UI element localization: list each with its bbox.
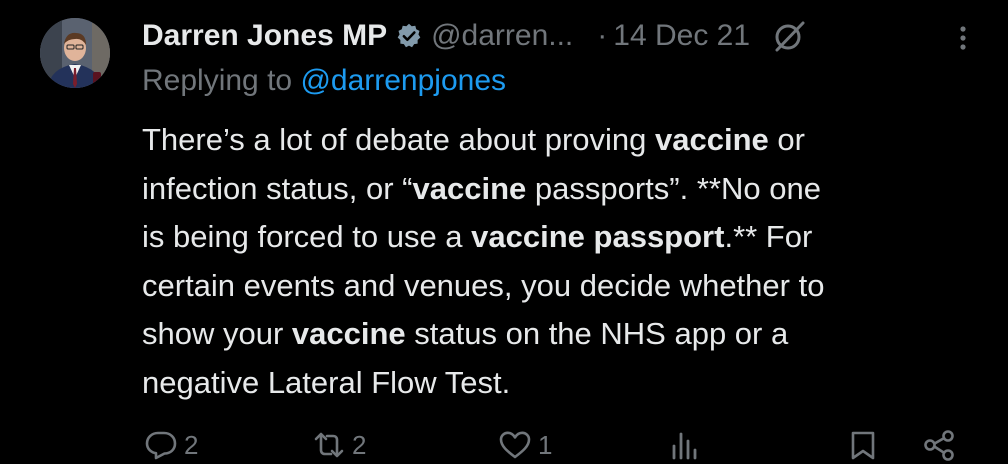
grok-icon[interactable] bbox=[772, 18, 808, 54]
retweet-icon bbox=[312, 428, 346, 462]
tweet-header: Darren Jones MP @darren... · 14 Dec 21 bbox=[142, 14, 808, 58]
share-icon bbox=[922, 428, 956, 462]
handle[interactable]: @darren... bbox=[431, 19, 573, 53]
text-segment: infection status, or “ bbox=[142, 170, 413, 206]
tweet-line: There’s a lot of debate about proving va… bbox=[142, 116, 982, 165]
text-segment: or bbox=[768, 122, 805, 157]
tweet[interactable]: Darren Jones MP @darren... · 14 Dec 21 R… bbox=[0, 0, 1008, 464]
text-segment: passports”. **No one bbox=[526, 170, 821, 206]
tweet-line: infection status, or “vaccine passports”… bbox=[142, 165, 982, 214]
tweet-text: There’s a lot of debate about proving va… bbox=[142, 116, 982, 407]
text-segment: certain events and venues, you decide wh… bbox=[142, 267, 825, 303]
avatar[interactable] bbox=[40, 18, 110, 88]
replying-mention[interactable]: @darrenpjones bbox=[300, 64, 506, 97]
retweet-count: 2 bbox=[352, 429, 367, 460]
views-button[interactable] bbox=[668, 428, 702, 462]
reply-icon bbox=[144, 428, 178, 462]
tweet-date[interactable]: 14 Dec 21 bbox=[613, 19, 750, 53]
like-count: 1 bbox=[538, 429, 553, 460]
reply-button[interactable]: 2 bbox=[144, 428, 198, 462]
share-button[interactable] bbox=[922, 428, 956, 462]
text-segment: is being forced to use a bbox=[142, 219, 472, 254]
bold-segment: vaccine passport bbox=[471, 219, 725, 254]
more-options-icon[interactable] bbox=[950, 22, 976, 52]
text-segment: negative Lateral Flow Test. bbox=[142, 364, 511, 400]
bold-segment: vaccine bbox=[291, 316, 406, 351]
bold-segment: vaccine bbox=[655, 122, 769, 157]
text-segment: There’s a lot of debate about proving bbox=[142, 122, 655, 157]
bookmark-icon bbox=[846, 428, 880, 462]
text-segment: .** For bbox=[724, 219, 813, 254]
like-button[interactable]: 1 bbox=[498, 428, 552, 462]
replying-prefix: Replying to bbox=[142, 64, 293, 97]
avatar-photo bbox=[40, 18, 110, 88]
verified-badge-icon[interactable] bbox=[395, 22, 423, 50]
text-segment: show your bbox=[142, 316, 292, 351]
text-segment: status on the NHS app or a bbox=[405, 316, 789, 351]
tweet-line: certain events and venues, you decide wh… bbox=[142, 262, 982, 311]
tweet-line: is being forced to use a vaccine passpor… bbox=[142, 213, 982, 262]
views-icon bbox=[668, 428, 702, 462]
action-bar: 2 2 1 bbox=[0, 424, 1008, 464]
tweet-line: show your vaccine status on the NHS app … bbox=[142, 310, 982, 359]
display-name[interactable]: Darren Jones MP bbox=[142, 19, 387, 53]
bookmark-button[interactable] bbox=[846, 428, 880, 462]
replying-to: Replying to @darrenpjones bbox=[142, 64, 506, 98]
bold-segment: vaccine bbox=[412, 170, 527, 206]
reply-count: 2 bbox=[184, 429, 199, 460]
tweet-line: negative Lateral Flow Test. bbox=[142, 359, 982, 408]
separator-dot: · bbox=[597, 19, 608, 52]
retweet-button[interactable]: 2 bbox=[312, 428, 366, 462]
like-icon bbox=[498, 428, 532, 462]
